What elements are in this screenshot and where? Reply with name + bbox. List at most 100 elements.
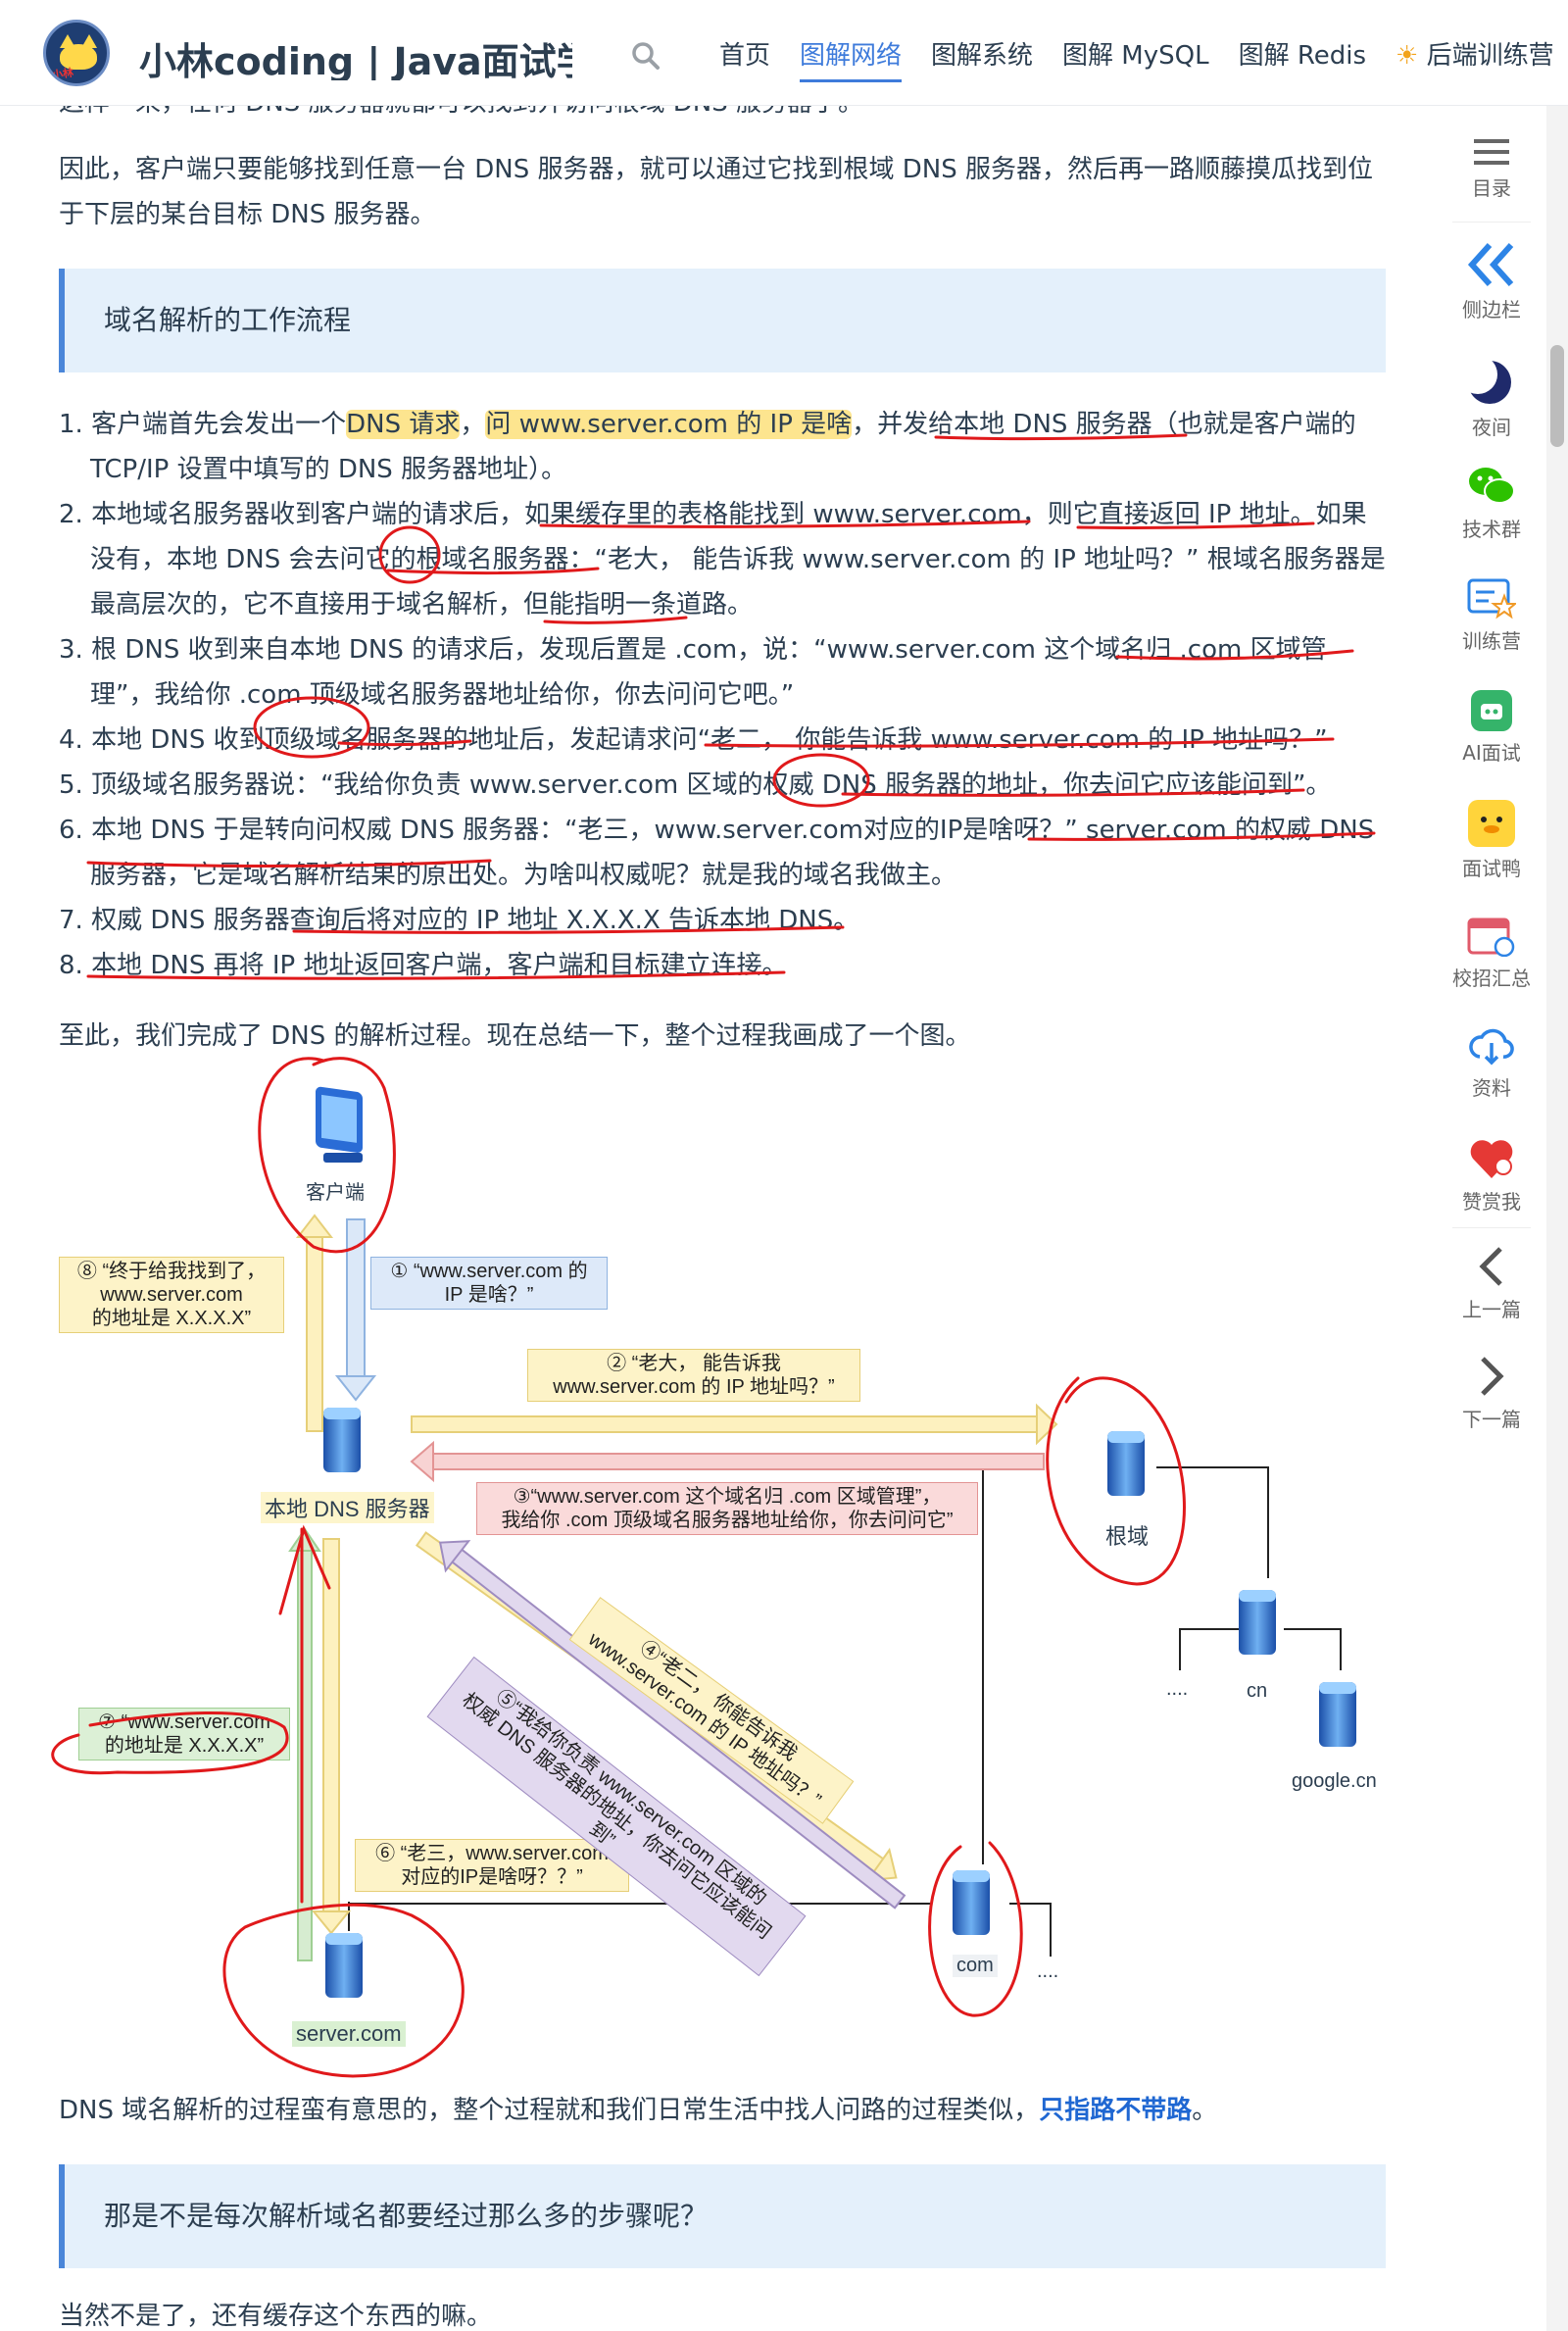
arrow-2: [411, 1403, 1058, 1446]
rail-ai-interview[interactable]: AI面试: [1443, 690, 1541, 766]
rail-label: 训练营: [1462, 629, 1521, 653]
local-dns-label: 本地 DNS 服务器: [261, 1492, 434, 1523]
list-item: 2. 本地域名服务器收到客户端的请求后，如果缓存里的表格能找到 www.serv…: [59, 492, 1386, 627]
dns-resolution-diagram: 客户端 本地 DNS 服务器 根域 cn .... google.cn com …: [0, 1049, 1431, 2088]
search-icon[interactable]: [631, 41, 661, 71]
logo-text: 小林: [51, 66, 74, 82]
nav-network[interactable]: 图解网络: [800, 35, 903, 82]
sun-icon: ☀: [1396, 41, 1419, 71]
rail-mianshiya[interactable]: 面试鸭: [1443, 800, 1541, 881]
rail-label: 夜间: [1472, 416, 1511, 439]
step-text: 本地 DNS 于是转向问权威 DNS 服务器：“老三，www.server.co…: [90, 816, 1375, 890]
rail-label: AI面试: [1462, 741, 1521, 765]
rail-sidebar[interactable]: 侧边栏: [1443, 241, 1541, 322]
arrow-6: [311, 1538, 352, 1935]
com-server-icon: [953, 1870, 990, 1935]
step-text: 根 DNS 收到来自本地 DNS 的请求后，发现后置是 .com，说：“www.…: [90, 635, 1327, 710]
rail-label: 上一篇: [1462, 1298, 1521, 1321]
after-text: DNS 域名解析的过程蛮有意思的，整个过程就和我们日常生活中找人问路的过程类似，: [59, 2096, 1040, 2125]
rail-label: 资料: [1472, 1076, 1511, 1100]
google-server-icon: [1319, 1682, 1356, 1747]
rail-campus[interactable]: 校招汇总: [1443, 914, 1541, 991]
step-text: 顶级域名服务器说：“我给你负责 www.server.com 区域的权威 DNS…: [91, 770, 1332, 800]
note-3: ③“www.server.com 这个域名归 .com 区域管理”， 我给你 .…: [476, 1482, 978, 1535]
root-server-icon: [1107, 1431, 1145, 1496]
workflow-steps-list: 1. 客户端首先会发出一个DNS 请求，问 www.server.com 的 I…: [59, 402, 1386, 988]
step-number: 4.: [59, 725, 83, 755]
list-item: 5. 顶级域名服务器说：“我给你负责 www.server.com 区域的权威 …: [59, 763, 1386, 808]
calendar-icon: [1467, 918, 1515, 957]
root-label: 根域: [1105, 1524, 1150, 1549]
nav-training[interactable]: ☀ 后端训练营: [1396, 35, 1554, 82]
chevron-left-icon: [1479, 1247, 1502, 1286]
rail-label: 校招汇总: [1452, 967, 1531, 990]
double-chevron-left-icon: [1467, 242, 1514, 287]
cn-server-icon: [1239, 1590, 1276, 1655]
step-number: 1.: [59, 410, 83, 439]
step-number: 2.: [59, 500, 83, 529]
intro-paragraph: 因此，客户端只要能够找到任意一台 DNS 服务器，就可以通过它找到根域 DNS …: [59, 155, 1374, 229]
note-1: ① “www.server.com 的 IP 是啥？”: [370, 1257, 608, 1310]
step-number: 3.: [59, 635, 83, 665]
google-label: google.cn: [1292, 1770, 1377, 1792]
moon-icon: [1466, 355, 1511, 404]
step-text: ，: [460, 410, 486, 439]
note-8: ⑧ “终于给我找到了， www.server.com 的地址是 X.X.X.X”: [59, 1257, 284, 1333]
cn-label: cn: [1247, 1680, 1268, 1702]
robot-icon: [1471, 690, 1512, 731]
rail-label: 面试鸭: [1462, 857, 1521, 880]
rail-reward[interactable]: 赞赏我: [1443, 1137, 1541, 1215]
rail-toc[interactable]: 目录: [1443, 137, 1541, 201]
highlight: DNS 请求: [346, 410, 461, 439]
after-diagram-paragraph: DNS 域名解析的过程蛮有意思的，整个过程就和我们日常生活中找人问路的过程类似，…: [59, 2088, 1386, 2133]
note-6: ⑥ “老三，www.server.com 对应的IP是啥呀？？”: [355, 1839, 629, 1892]
list-item: 4. 本地 DNS 收到顶级域名服务器的地址后，发起请求问“老二， 你能告诉我 …: [59, 718, 1386, 763]
nav-mysql[interactable]: 图解 MySQL: [1062, 35, 1209, 82]
list-icon: [1474, 139, 1509, 165]
rail-label: 目录: [1472, 176, 1511, 200]
nav-redis[interactable]: 图解 Redis: [1239, 35, 1366, 82]
com-label: com: [953, 1955, 998, 1977]
step-number: 8.: [59, 951, 83, 980]
chevron-right-icon: [1481, 1357, 1504, 1396]
site-title[interactable]: 小林coding | Java面试学习: [139, 31, 572, 80]
list-item: 1. 客户端首先会发出一个DNS 请求，问 www.server.com 的 I…: [59, 402, 1386, 492]
section-heading-workflow: 域名解析的工作流程: [59, 269, 1386, 372]
emphasis-text: 只指路不带路: [1039, 2096, 1193, 2125]
duck-icon: [1468, 800, 1515, 847]
dots-left: ....: [1166, 1678, 1189, 1700]
rail-wechat[interactable]: 技术群: [1443, 465, 1541, 542]
site-logo[interactable]: 小林: [43, 20, 110, 86]
rail-prev[interactable]: 上一篇: [1443, 1245, 1541, 1322]
rail-materials[interactable]: 资料: [1443, 1027, 1541, 1101]
local-dns-server-icon: [323, 1408, 361, 1472]
arrow-8: [295, 1214, 334, 1432]
cloud-download-icon: [1469, 1028, 1514, 1066]
rail-night[interactable]: 夜间: [1443, 355, 1541, 440]
arrow-1: [334, 1218, 377, 1402]
list-item: 3. 根 DNS 收到来自本地 DNS 的请求后，发现后置是 .com，说：“w…: [59, 627, 1386, 718]
nav-home[interactable]: 首页: [719, 35, 770, 82]
step-number: 5.: [59, 770, 83, 800]
rail-next[interactable]: 下一篇: [1443, 1355, 1541, 1432]
nav-training-label: 后端训练营: [1426, 41, 1554, 71]
nav-system[interactable]: 图解系统: [931, 35, 1033, 82]
dots-right: ....: [1037, 1960, 1059, 1982]
step-text: 本地 DNS 收到顶级域名服务器的地址后，发起请求问“老二， 你能告诉我 www…: [91, 725, 1328, 755]
rail-label: 侧边栏: [1462, 298, 1521, 322]
arrow-3: [410, 1440, 1045, 1483]
arrow-7: [288, 1527, 321, 1961]
step-text: 本地 DNS 再将 IP 地址返回客户端，客户端和目标建立连接。: [91, 951, 788, 980]
rail-label: 技术群: [1462, 518, 1521, 541]
list-item: 7. 权威 DNS 服务器查询后将对应的 IP 地址 X.X.X.X 告诉本地 …: [59, 898, 1386, 943]
after-text-end: 。: [1192, 2096, 1218, 2125]
list-item: 8. 本地 DNS 再将 IP 地址返回客户端，客户端和目标建立连接。: [59, 943, 1386, 988]
step-text: 客户端首先会发出一个: [91, 410, 347, 439]
rail-training[interactable]: 训练营: [1443, 576, 1541, 654]
tail-paragraph: 当然不是了，还有缓存这个东西的嘛。: [59, 2302, 493, 2331]
step-text: 本地域名服务器收到客户端的请求后，如果缓存里的表格能找到 www.server.…: [90, 500, 1386, 620]
main-nav: 首页 图解网络 图解系统 图解 MySQL 图解 Redis ☀ 后端训练营: [719, 35, 1554, 82]
server-com-icon: [325, 1933, 363, 1998]
scrollbar-thumb[interactable]: [1550, 345, 1564, 447]
heart-icon: [1470, 1140, 1513, 1178]
